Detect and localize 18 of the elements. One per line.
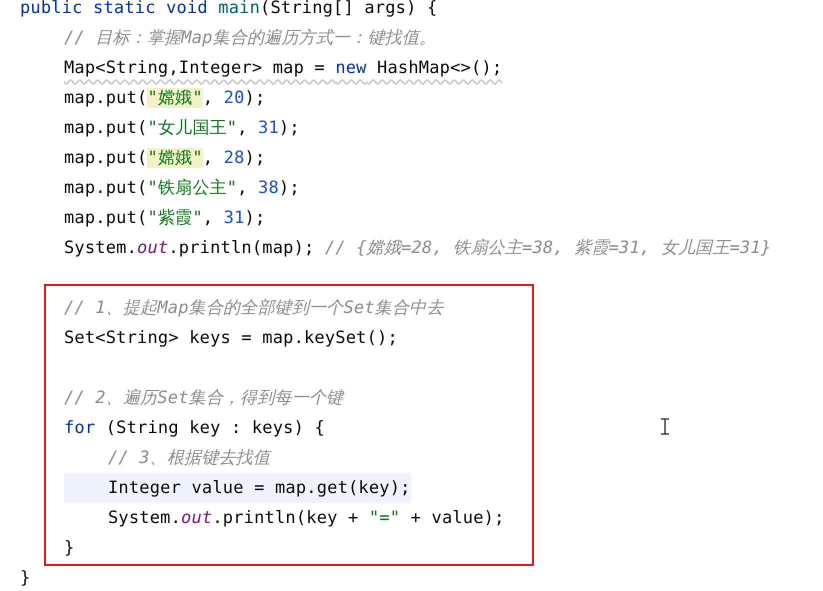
code-line: map.put("紫霞", 31); — [63, 207, 266, 230]
code-line: // 2、遍历Set集合，得到每一个键 — [64, 387, 344, 410]
code-line: // 3、根据键去找值 — [107, 447, 270, 470]
code-line: } — [64, 537, 74, 560]
code-line: public static void main(String[] args) { — [20, 0, 438, 20]
code-line: map.put("女儿国王", 31); — [63, 117, 300, 140]
code-line: // 1、提起Map集合的全部键到一个Set集合中去 — [64, 297, 444, 320]
code-line: Set<String> keys = map.keySet(); — [64, 327, 398, 350]
code-line: // 目标：掌握Map集合的遍历方式一：键找值。 — [63, 27, 436, 50]
code-line: Map<String,Integer> map = new HashMap<>(); — [63, 57, 502, 80]
code-line: map.put("铁扇公主", 38); — [63, 177, 300, 200]
code-line: System.out.println(key + "=" + value); — [107, 507, 505, 530]
code-line: map.put("嫦娥", 20); — [63, 87, 266, 110]
code-line: for (String key : keys) { — [64, 417, 325, 440]
text-cursor-icon — [660, 418, 670, 435]
code-line: System.out.println(map); // {嫦娥=28, 铁扇公主=38, 紫霞=31, 女儿国王=31} — [63, 237, 772, 260]
code-line: map.put("嫦娥", 28); — [63, 147, 266, 170]
code-line: } — [20, 567, 30, 590]
